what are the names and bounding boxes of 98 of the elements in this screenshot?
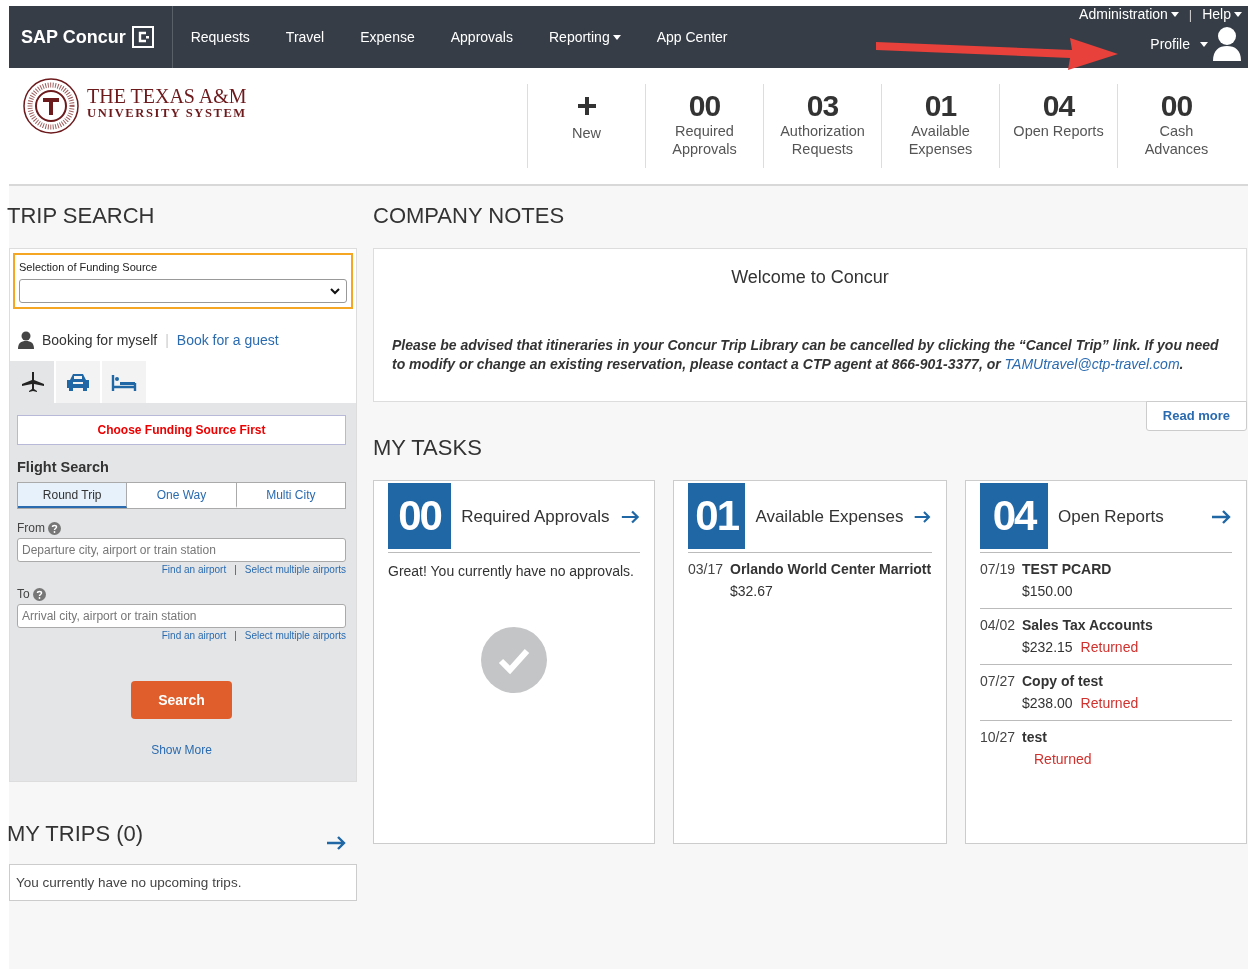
email-link[interactable]: TAMUtravel@ctp-travel.com xyxy=(1004,356,1180,372)
item-date: 07/27 xyxy=(980,673,1014,691)
separator: | xyxy=(234,630,237,641)
item-date: 07/19 xyxy=(980,561,1014,579)
travel-tab[interactable] xyxy=(10,361,54,403)
arrow-icon[interactable] xyxy=(913,508,932,525)
item-date: 04/02 xyxy=(980,617,1014,635)
status-label: Returned xyxy=(1080,639,1139,655)
count-badge: 00 xyxy=(388,482,452,549)
org-name: THE TEXAS A&M xyxy=(87,86,247,106)
section-title: MY TRIPS (0) xyxy=(7,822,144,846)
item-amount: $32.67 xyxy=(730,583,773,599)
item-date: 03/17 xyxy=(688,561,722,579)
tile-label[interactable]: Required Approvals xyxy=(654,122,755,158)
show-more-link[interactable]: Show More xyxy=(151,743,212,757)
airplane-icon xyxy=(19,371,45,393)
caret-icon xyxy=(1200,41,1208,47)
empty-message: Great! You currently have no approvals. xyxy=(388,563,635,579)
arrow-icon[interactable] xyxy=(619,508,640,525)
nav-link[interactable]: Approvals xyxy=(432,29,531,45)
utility-link[interactable]: Administration xyxy=(1079,6,1179,22)
help-icon[interactable] xyxy=(48,521,61,535)
section-heading: Flight Search xyxy=(17,459,110,475)
separator: | xyxy=(165,332,169,348)
section-title: COMPANY NOTES xyxy=(373,204,566,228)
nav-link[interactable]: Travel xyxy=(267,29,343,45)
airport-link[interactable]: Find an airport xyxy=(161,630,227,641)
guest-link[interactable]: Book for a guest xyxy=(176,332,279,348)
new-link[interactable]: New xyxy=(536,124,637,142)
booking-option[interactable]: Booking for myself xyxy=(42,332,158,348)
item-name[interactable]: Copy of test xyxy=(1022,673,1139,689)
plus-icon[interactable] xyxy=(576,96,597,116)
airport-link[interactable]: Select multiple airports xyxy=(244,630,346,641)
tile-count[interactable]: 01 xyxy=(924,90,957,122)
field-label: Selection of Funding Source xyxy=(19,261,159,273)
nav-link[interactable]: App Center xyxy=(638,29,746,45)
section-title: TRIP SEARCH xyxy=(7,204,156,228)
caret-icon xyxy=(1234,11,1242,17)
chevron-icon xyxy=(330,287,340,295)
trip-type-tab[interactable]: Round Trip xyxy=(18,483,128,508)
notes-text: Please be advised that itineraries in your Concur Trip Library can be cancelled by clicking the “Cancel Trip” link. If you need to modify or change an existing reservation, please contact a CTP agent at 866-901-3377, or TAMUtravel@ctp-travel.com. xyxy=(392,336,1220,374)
tile-label[interactable]: Open Reports xyxy=(1008,122,1109,140)
help-icon[interactable] xyxy=(32,587,46,601)
tile-label[interactable]: Cash Advances xyxy=(1126,122,1227,158)
card-title[interactable]: Required Approvals xyxy=(461,506,610,527)
card-title[interactable]: Available Expenses xyxy=(755,506,904,527)
card-title[interactable]: Open Reports xyxy=(1058,506,1200,527)
item-amount: $238.00 xyxy=(1022,695,1073,711)
logo-icon xyxy=(131,26,154,48)
field-label: To xyxy=(17,587,30,601)
item-date: 10/27 xyxy=(980,729,1014,747)
tile-count[interactable]: 04 xyxy=(1042,90,1075,122)
tile-count[interactable]: 00 xyxy=(1160,90,1193,122)
seal-logo xyxy=(23,78,79,134)
search-button[interactable]: Search xyxy=(131,681,232,719)
tile-label[interactable]: Available Expenses xyxy=(890,122,991,158)
item-name[interactable]: TEST PCARD xyxy=(1022,561,1112,577)
tile-label[interactable]: Authorization Requests xyxy=(772,122,873,158)
status-label: Returned xyxy=(1080,695,1139,711)
field-label: From xyxy=(17,521,45,535)
trip-type-tab[interactable]: One Way xyxy=(127,483,237,508)
trip-type-tab[interactable]: Multi City xyxy=(236,483,345,508)
warning-message: Choose Funding Source First xyxy=(17,415,346,445)
item-name[interactable]: Orlando World Center Marriott xyxy=(730,561,932,577)
location-field[interactable]: Arrival city, airport or train station xyxy=(17,604,346,628)
item-amount: $150.00 xyxy=(1022,583,1073,599)
notes-heading: Welcome to Concur xyxy=(730,267,890,288)
item-name[interactable]: Sales Tax Accounts xyxy=(1022,617,1153,633)
utility-link[interactable]: Help xyxy=(1202,6,1242,22)
section-title: MY TASKS xyxy=(373,436,483,460)
nav-link[interactable]: Reporting xyxy=(531,29,639,45)
count-badge: 04 xyxy=(980,482,1048,549)
read-more-button[interactable]: Read more xyxy=(1145,401,1247,431)
status-label: Returned xyxy=(1034,751,1092,767)
count-badge: 01 xyxy=(688,482,746,549)
empty-message: You currently have no upcoming trips. xyxy=(9,864,357,901)
location-field[interactable]: Departure city, airport or train station xyxy=(17,538,346,562)
separator: | xyxy=(1188,6,1193,22)
arrow-icon[interactable] xyxy=(1210,508,1232,525)
brand-name[interactable]: SAP Concur xyxy=(21,26,126,48)
tile-count[interactable]: 00 xyxy=(688,90,721,122)
nav-link[interactable]: Expense xyxy=(342,29,433,45)
separator: | xyxy=(234,564,237,575)
user-icon[interactable] xyxy=(1212,26,1242,62)
nav-link[interactable]: Requests xyxy=(172,29,268,45)
funding-source-dropdown[interactable] xyxy=(19,279,347,303)
item-name[interactable]: test xyxy=(1022,729,1092,745)
arrow-icon[interactable] xyxy=(325,835,347,851)
airport-link[interactable]: Find an airport xyxy=(161,564,227,575)
item-amount: $232.15 xyxy=(1022,639,1073,655)
tile-count[interactable]: 03 xyxy=(806,90,839,122)
person-icon xyxy=(18,331,34,349)
caret-icon xyxy=(1170,11,1179,17)
checkmark-icon xyxy=(481,627,547,693)
profile-menu[interactable]: Profile xyxy=(1150,36,1208,52)
airport-link[interactable]: Select multiple airports xyxy=(244,564,346,575)
car-icon xyxy=(65,371,91,393)
org-subtitle: UNIVERSITY SYSTEM xyxy=(87,106,247,121)
